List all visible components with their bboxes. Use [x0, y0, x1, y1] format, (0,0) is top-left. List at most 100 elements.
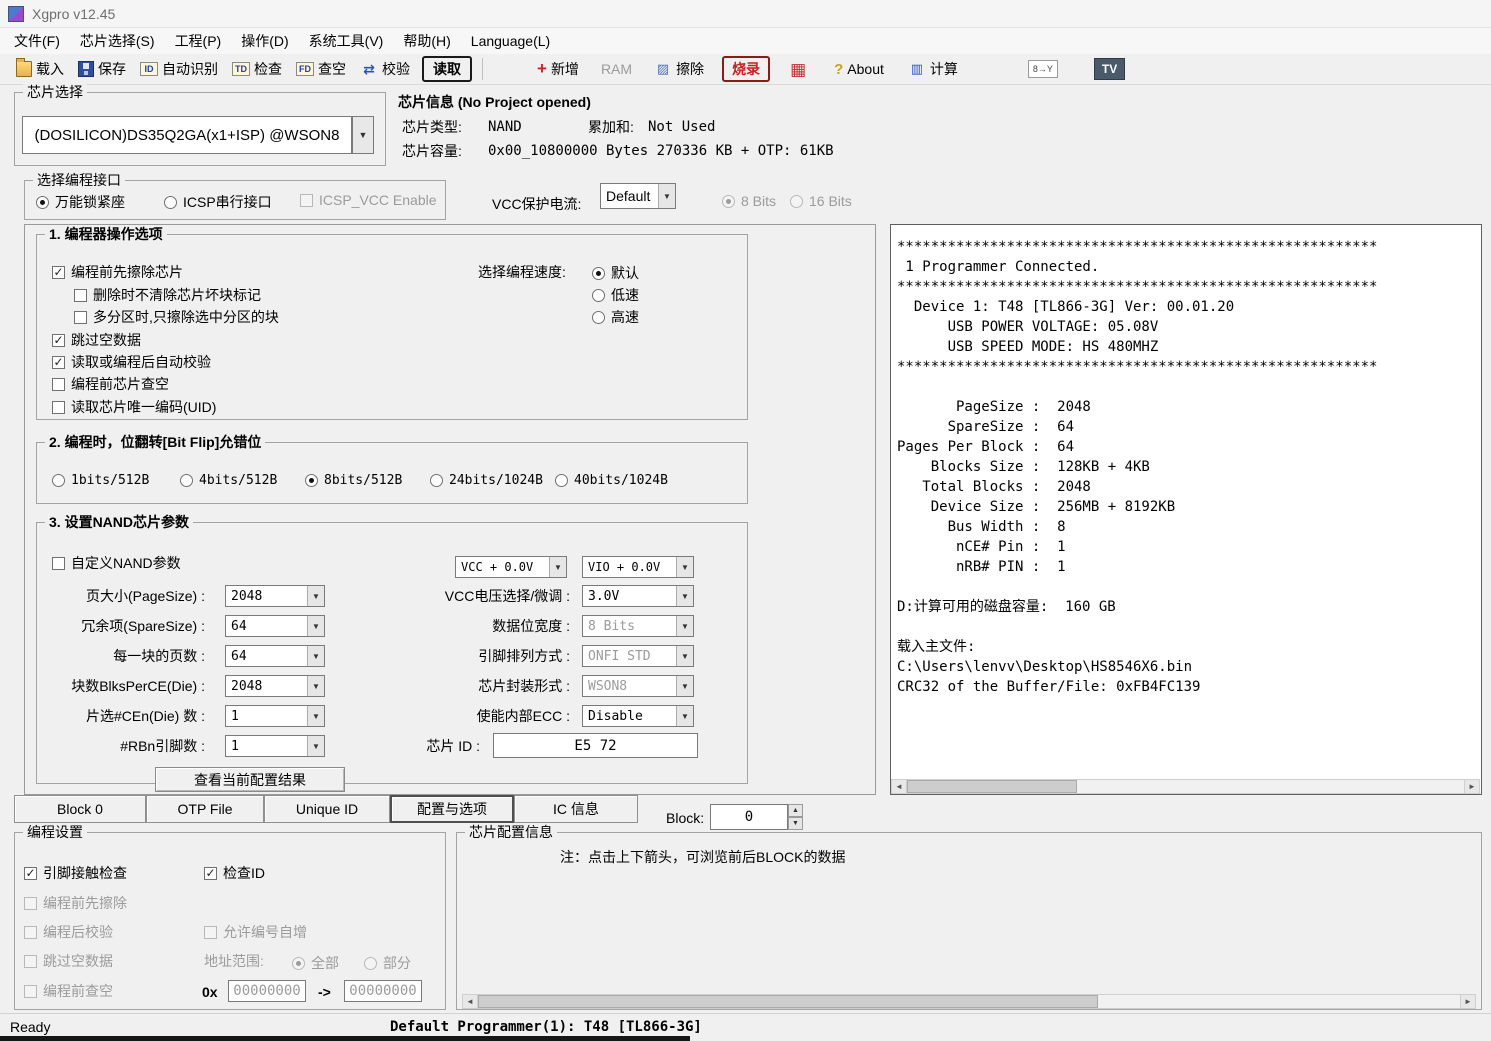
- checkbox-box-icon: [52, 557, 65, 570]
- cb-blank-check-before[interactable]: 编程前芯片查空: [52, 374, 169, 394]
- block-number-input[interactable]: 0: [710, 804, 788, 830]
- radio-universal-socket[interactable]: 万能锁紧座: [36, 192, 125, 212]
- vio-offset-combo[interactable]: VIO + 0.0V: [582, 556, 694, 578]
- dropdown-arrow-icon[interactable]: [658, 184, 675, 208]
- auto-id-icon: [140, 62, 158, 76]
- tab-config-options[interactable]: 配置与选项: [390, 795, 514, 823]
- radio-speed-default[interactable]: 默认: [592, 263, 639, 283]
- radio-bitflip-8bits-label: 8bits/512B: [324, 473, 402, 488]
- sparesize-combo[interactable]: 64: [225, 615, 325, 637]
- pages-per-block-combo[interactable]: 64: [225, 645, 325, 667]
- menu-operation[interactable]: 操作(D): [231, 28, 298, 54]
- radio-speed-high[interactable]: 高速: [592, 307, 639, 327]
- radio-bitflip-8bits[interactable]: 8bits/512B: [305, 473, 402, 488]
- dropdown-arrow-icon[interactable]: [307, 616, 324, 636]
- internal-ecc-combo[interactable]: Disable: [582, 705, 694, 727]
- about-button[interactable]: About: [828, 59, 890, 80]
- console-panel[interactable]: ****************************************…: [890, 224, 1482, 795]
- save-button[interactable]: 保存: [72, 57, 132, 81]
- chip-select-value[interactable]: (DOSILICON)DS35Q2GA(x1+ISP) @WSON8: [22, 116, 352, 154]
- dropdown-arrow-icon[interactable]: [549, 557, 566, 577]
- radio-speed-low[interactable]: 低速: [592, 285, 639, 305]
- radio-icsp-serial[interactable]: ICSP串行接口: [164, 192, 272, 212]
- tab-otp-file[interactable]: OTP File: [146, 795, 264, 823]
- radio-bitflip-40bits[interactable]: 40bits/1024B: [555, 473, 668, 488]
- dropdown-arrow-icon[interactable]: [307, 736, 324, 756]
- dropdown-arrow-icon[interactable]: [676, 706, 693, 726]
- check-button[interactable]: 检查: [226, 57, 288, 81]
- tab-unique-id[interactable]: Unique ID: [264, 795, 390, 823]
- verify-button[interactable]: 校验: [354, 57, 416, 81]
- dropdown-arrow-icon[interactable]: [307, 586, 324, 606]
- radio-bitflip-1bits[interactable]: 1bits/512B: [52, 473, 149, 488]
- blocks-per-ce-combo[interactable]: 2048: [225, 675, 325, 697]
- cb-keep-badblock-marks[interactable]: 删除时不清除芯片坏块标记: [74, 285, 261, 305]
- cb-skip-blank-data[interactable]: 跳过空数据: [52, 330, 141, 350]
- console-hscrollbar[interactable]: ◄ ►: [891, 779, 1480, 794]
- pin-map-button[interactable]: [1022, 58, 1064, 80]
- cb-auto-verify[interactable]: 读取或编程后自动校验: [52, 352, 211, 372]
- blocks-per-ce-value: 2048: [226, 676, 307, 696]
- vcc-voltage-combo[interactable]: 3.0V: [582, 585, 694, 607]
- add-button[interactable]: 新增: [531, 57, 585, 81]
- calculate-button[interactable]: 计算: [902, 57, 964, 81]
- tv-button[interactable]: TV: [1094, 58, 1125, 80]
- cb-pin-contact-check[interactable]: 引脚接触检查: [24, 863, 127, 883]
- cb-custom-nand-params[interactable]: 自定义NAND参数: [52, 553, 181, 573]
- blank-check-button[interactable]: 查空: [290, 57, 352, 81]
- radio-bitflip-4bits[interactable]: 4bits/512B: [180, 473, 277, 488]
- vcc-current-combo[interactable]: Default: [600, 183, 676, 209]
- radio-bitflip-24bits[interactable]: 24bits/1024B: [430, 473, 543, 488]
- menu-chip-select[interactable]: 芯片选择(S): [70, 28, 165, 54]
- cb-erase-selected-partition[interactable]: 多分区时,只擦除选中分区的块: [74, 307, 279, 327]
- toolbar: 载入 保存 自动识别 检查 查空 校验 读取 新增: [0, 54, 1491, 85]
- radio-speed-low-label: 低速: [611, 285, 639, 305]
- ce-count-label: 片选#CEn(Die) 数 :: [30, 708, 205, 725]
- block-browse-note: 注：点击上下箭头，可浏览前后BLOCK的数据: [560, 849, 845, 866]
- read-button[interactable]: 读取: [422, 56, 472, 82]
- console-hscroll-thumb[interactable]: [907, 780, 1077, 793]
- chip-config-hscroll-thumb[interactable]: [478, 995, 1098, 1008]
- cb-read-uid[interactable]: 读取芯片唯一编码(UID): [52, 397, 216, 417]
- menu-file[interactable]: 文件(F): [4, 28, 70, 54]
- menu-project[interactable]: 工程(P): [165, 28, 232, 54]
- block-spinner[interactable]: [788, 804, 803, 830]
- scroll-left-icon[interactable]: ◄: [463, 995, 478, 1008]
- dropdown-arrow-icon[interactable]: [676, 586, 693, 606]
- scroll-right-icon[interactable]: ►: [1464, 780, 1479, 793]
- vcc-offset-combo[interactable]: VCC + 0.0V: [455, 556, 567, 578]
- chip-select-dropdown-button[interactable]: [352, 116, 374, 154]
- dropdown-arrow-icon[interactable]: [307, 676, 324, 696]
- spin-up-icon[interactable]: [788, 804, 803, 817]
- view-config-button[interactable]: 查看当前配置结果: [155, 767, 345, 792]
- dropdown-arrow-icon[interactable]: [676, 557, 693, 577]
- spin-down-icon[interactable]: [788, 817, 803, 830]
- burn-button[interactable]: 烧录: [722, 56, 770, 82]
- erase-button[interactable]: 擦除: [648, 57, 710, 81]
- rbn-count-combo[interactable]: 1: [225, 735, 325, 757]
- cb-erase-chip-first[interactable]: 编程前先擦除芯片: [52, 262, 183, 282]
- dropdown-arrow-icon[interactable]: [307, 646, 324, 666]
- scroll-right-icon[interactable]: ►: [1460, 995, 1475, 1008]
- menu-help[interactable]: 帮助(H): [393, 28, 460, 54]
- auto-id-label: 自动识别: [162, 59, 218, 79]
- menu-system-tools[interactable]: 系统工具(V): [299, 28, 394, 54]
- chip-config-hscrollbar[interactable]: ◄ ►: [462, 994, 1476, 1009]
- ce-count-combo[interactable]: 1: [225, 705, 325, 727]
- auto-identify-button[interactable]: 自动识别: [134, 57, 224, 81]
- tab-block0[interactable]: Block 0: [14, 795, 146, 823]
- tab-ic-info[interactable]: IC 信息: [514, 795, 638, 823]
- chip-grid-button[interactable]: [784, 59, 812, 80]
- addr-to-input[interactable]: 00000000: [344, 980, 422, 1002]
- dropdown-arrow-icon[interactable]: [307, 706, 324, 726]
- load-button[interactable]: 载入: [10, 57, 70, 81]
- cb-check-id[interactable]: 检查ID: [204, 863, 265, 883]
- scroll-left-icon[interactable]: ◄: [892, 780, 907, 793]
- radio-bitflip-40bits-label: 40bits/1024B: [574, 473, 668, 488]
- chip-id-value[interactable]: E5 72: [493, 733, 698, 758]
- pagesize-combo[interactable]: 2048: [225, 585, 325, 607]
- load-label: 载入: [36, 59, 64, 79]
- addr-from-input[interactable]: 00000000: [228, 980, 306, 1002]
- radio-8bits-label: 8 Bits: [741, 193, 776, 209]
- menu-language[interactable]: Language(L): [461, 28, 560, 54]
